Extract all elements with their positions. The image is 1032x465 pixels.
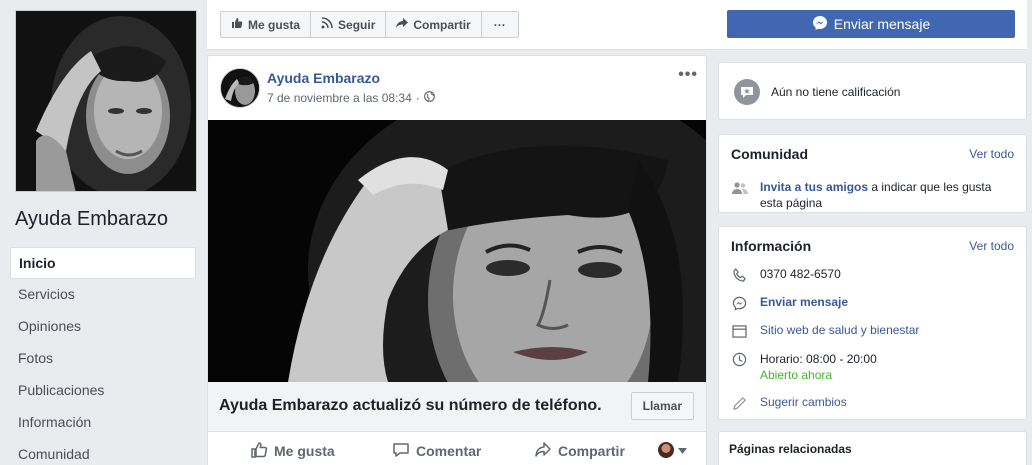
follow-label: Seguir: [338, 17, 376, 32]
post-comment-label: Comentar: [416, 443, 482, 459]
nav-item-comunidad[interactable]: Comunidad: [10, 439, 196, 465]
community-see-all-link[interactable]: Ver todo: [969, 147, 1014, 161]
post-actions-bar: Me gusta Comentar Compartir: [208, 436, 706, 465]
info-see-all-link[interactable]: Ver todo: [969, 239, 1014, 253]
post-timestamp[interactable]: 7 de noviembre a las 08:34: [267, 91, 412, 105]
nav-item-opiniones[interactable]: Opiniones: [10, 311, 196, 343]
nav-item-informacion[interactable]: Información: [10, 407, 196, 439]
phone-row: 0370 482-6570: [731, 267, 841, 284]
invite-rest-text: a indicar que les gusta: [868, 180, 992, 194]
send-message-button[interactable]: Enviar mensaje: [727, 10, 1015, 38]
info-title: Información: [731, 238, 812, 254]
invite-rest-text-2: esta página: [760, 196, 823, 210]
send-message-row: Enviar mensaje: [731, 295, 848, 312]
send-message-label: Enviar mensaje: [833, 16, 931, 32]
share-arrow-icon: [396, 17, 409, 32]
phone-icon: [731, 267, 748, 284]
related-pages-card: Páginas relacionadas: [718, 431, 1027, 465]
hours-value[interactable]: Horario: 08:00 - 20:00: [760, 352, 877, 366]
suggest-edits-row: Sugerir cambios: [731, 395, 847, 412]
nav-item-fotos[interactable]: Fotos: [10, 343, 196, 375]
post-comment-button[interactable]: Comentar: [392, 441, 481, 462]
thumbs-up-icon: [231, 17, 243, 32]
post-share-label: Compartir: [558, 443, 625, 459]
thumbs-up-outline-icon: [250, 441, 268, 462]
reactor-avatar: [658, 442, 674, 458]
post-update-banner: Ayuda Embarazo actualizó su número de te…: [208, 382, 706, 432]
browser-window-icon: [731, 323, 748, 340]
post-image[interactable]: [208, 120, 706, 382]
post-share-button[interactable]: Compartir: [534, 441, 625, 462]
meta-separator: ·: [415, 91, 420, 105]
rss-icon: [321, 17, 333, 32]
community-card: Comunidad Ver todo Invita a tus amigos a…: [718, 134, 1027, 213]
invite-text: Invita a tus amigos a indicar que les gu…: [760, 179, 991, 211]
nav-item-inicio[interactable]: Inicio: [10, 247, 196, 279]
people-icon: [731, 179, 748, 196]
nav-item-servicios[interactable]: Servicios: [10, 279, 196, 311]
category-row: Sitio web de salud y bienestar: [731, 323, 919, 340]
post-card: Ayuda Embarazo 7 de noviembre a las 08:3…: [207, 55, 707, 465]
call-button[interactable]: Llamar: [630, 392, 694, 420]
hours-row: Horario: 08:00 - 20:00 Abierto ahora: [731, 351, 877, 383]
post-as-selector[interactable]: [658, 442, 687, 458]
post-photo: [208, 120, 706, 382]
more-dots-icon: ···: [493, 17, 506, 32]
like-page-button[interactable]: Me gusta: [220, 11, 312, 38]
caret-down-icon: [678, 443, 687, 457]
profile-photo-image: [16, 11, 196, 191]
avatar-image: [221, 69, 259, 107]
share-page-label: Compartir: [413, 17, 471, 32]
share-page-button[interactable]: Compartir: [386, 11, 482, 38]
pencil-icon: [731, 395, 748, 412]
profile-picture[interactable]: [15, 10, 197, 192]
suggest-edits-link[interactable]: Sugerir cambios: [760, 395, 847, 409]
post-like-label: Me gusta: [274, 443, 335, 459]
open-now-status: Abierto ahora: [760, 368, 833, 382]
rating-chat-icon: [734, 79, 760, 105]
send-message-link[interactable]: Enviar mensaje: [760, 295, 848, 309]
globe-icon: [423, 91, 435, 105]
left-column: Ayuda Embarazo Inicio Servicios Opinione…: [0, 0, 207, 465]
post-author-name[interactable]: Ayuda Embarazo: [267, 70, 380, 86]
phone-number[interactable]: 0370 482-6570: [760, 267, 841, 281]
page-action-buttons: Me gusta Seguir Compartir ···: [220, 11, 519, 38]
more-options-button[interactable]: ···: [481, 11, 519, 38]
invite-friends-row: Invita a tus amigos a indicar que les gu…: [731, 179, 991, 211]
post-like-button[interactable]: Me gusta: [250, 441, 335, 462]
update-text: Ayuda Embarazo actualizó su número de te…: [219, 397, 602, 414]
nav-item-publicaciones[interactable]: Publicaciones: [10, 375, 196, 407]
post-meta: 7 de noviembre a las 08:34 ·: [267, 91, 435, 105]
post-author-avatar[interactable]: [220, 68, 260, 108]
invite-friends-link[interactable]: Invita a tus amigos: [760, 180, 868, 194]
share-icon: [534, 441, 552, 462]
community-title: Comunidad: [731, 146, 808, 162]
comment-icon: [392, 441, 410, 462]
follow-button[interactable]: Seguir: [311, 11, 387, 38]
hours-text: Horario: 08:00 - 20:00 Abierto ahora: [760, 351, 877, 383]
page-nav: Inicio Servicios Opiniones Fotos Publica…: [10, 247, 196, 465]
messenger-outline-icon: [731, 295, 748, 312]
info-card: Información Ver todo 0370 482-6570 Envia…: [718, 226, 1027, 420]
messenger-icon: [812, 15, 828, 34]
related-pages-title: Páginas relacionadas: [729, 442, 852, 456]
clock-icon: [731, 351, 748, 368]
post-options-button[interactable]: •••: [678, 66, 698, 84]
rating-text: Aún no tiene calificación: [771, 85, 901, 99]
like-page-label: Me gusta: [248, 17, 301, 32]
rating-card: Aún no tiene calificación: [718, 62, 1027, 120]
page-name: Ayuda Embarazo: [15, 208, 169, 230]
category-link[interactable]: Sitio web de salud y bienestar: [760, 323, 919, 337]
page-action-bar: Me gusta Seguir Compartir ··· Enviar men…: [207, 0, 1027, 50]
